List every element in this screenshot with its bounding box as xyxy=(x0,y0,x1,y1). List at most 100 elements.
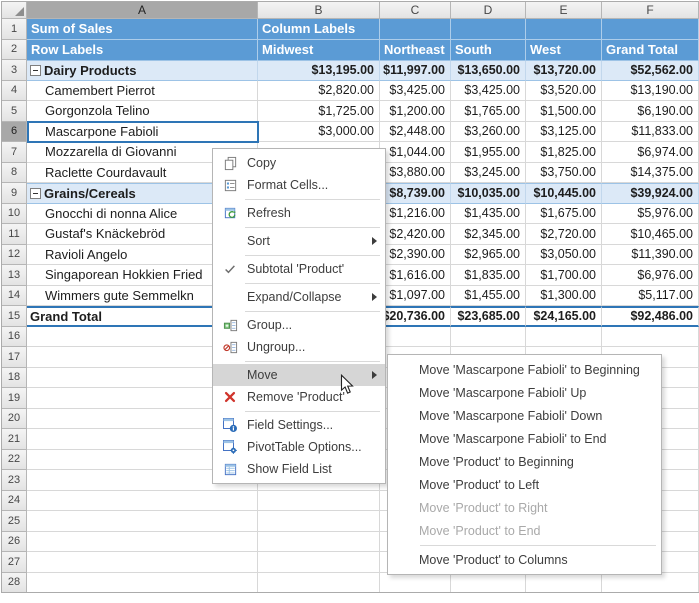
row-header-5[interactable]: 5 xyxy=(2,101,27,122)
row-header-28[interactable]: 28 xyxy=(2,573,27,594)
row-header-27[interactable]: 27 xyxy=(2,552,27,573)
cell-F7[interactable]: $6,974.00 xyxy=(602,142,699,163)
cell-E1[interactable] xyxy=(526,19,602,40)
cell-F12[interactable]: $11,390.00 xyxy=(602,245,699,266)
cell-E11[interactable]: $2,720.00 xyxy=(526,224,602,245)
cell-D15[interactable]: $23,685.00 xyxy=(451,306,526,327)
menu-item-subtotal-product[interactable]: Subtotal 'Product' xyxy=(213,258,385,280)
cell-A25[interactable] xyxy=(27,511,258,532)
cell-D28[interactable] xyxy=(451,573,526,594)
cell-A1[interactable]: Sum of Sales xyxy=(27,19,258,40)
cell-E28[interactable] xyxy=(526,573,602,594)
row-header-7[interactable]: 7 xyxy=(2,142,27,163)
cell-C7[interactable]: $1,044.00 xyxy=(380,142,451,163)
cell-F4[interactable]: $13,190.00 xyxy=(602,81,699,102)
cell-B26[interactable] xyxy=(258,532,380,553)
cell-B1[interactable]: Column Labels xyxy=(258,19,380,40)
cell-B24[interactable] xyxy=(258,491,380,512)
menu-item-copy[interactable]: Copy xyxy=(213,152,385,174)
cell-E8[interactable]: $3,750.00 xyxy=(526,163,602,184)
row-header-4[interactable]: 4 xyxy=(2,81,27,102)
cell-C13[interactable]: $1,616.00 xyxy=(380,265,451,286)
row-header-25[interactable]: 25 xyxy=(2,511,27,532)
menu-item-sort[interactable]: Sort xyxy=(213,230,385,252)
row-header-26[interactable]: 26 xyxy=(2,532,27,553)
row-header-2[interactable]: 2 xyxy=(2,40,27,61)
col-header-A[interactable]: A xyxy=(27,2,258,19)
cell-D6[interactable]: $3,260.00 xyxy=(451,122,526,143)
row-header-9[interactable]: 9 xyxy=(2,183,27,204)
menu-item-move-product-to-columns[interactable]: Move 'Product' to Columns xyxy=(388,548,661,571)
cell-A27[interactable] xyxy=(27,552,258,573)
cell-F15[interactable]: $92,486.00 xyxy=(602,306,699,327)
cell-E4[interactable]: $3,520.00 xyxy=(526,81,602,102)
cell-E7[interactable]: $1,825.00 xyxy=(526,142,602,163)
cell-E14[interactable]: $1,300.00 xyxy=(526,286,602,307)
cell-F28[interactable] xyxy=(602,573,699,594)
row-header-12[interactable]: 12 xyxy=(2,245,27,266)
cell-D7[interactable]: $1,955.00 xyxy=(451,142,526,163)
cell-E2[interactable]: West xyxy=(526,40,602,61)
cell-A3[interactable]: Dairy Products xyxy=(27,60,258,81)
cell-F6[interactable]: $11,833.00 xyxy=(602,122,699,143)
menu-item-move[interactable]: Move xyxy=(213,364,385,386)
cell-B25[interactable] xyxy=(258,511,380,532)
cell-C16[interactable] xyxy=(380,327,451,348)
cell-E9[interactable]: $10,445.00 xyxy=(526,183,602,204)
row-header-6[interactable]: 6 xyxy=(2,122,27,143)
col-header-D[interactable]: D xyxy=(451,2,526,19)
row-header-16[interactable]: 16 xyxy=(2,327,27,348)
menu-item-move-product-to-beginning[interactable]: Move 'Product' to Beginning xyxy=(388,450,661,473)
cell-A5[interactable]: Gorgonzola Telino xyxy=(27,101,258,122)
cell-D5[interactable]: $1,765.00 xyxy=(451,101,526,122)
menu-item-refresh[interactable]: Refresh xyxy=(213,202,385,224)
col-header-C[interactable]: C xyxy=(380,2,451,19)
menu-item-ungroup[interactable]: Ungroup... xyxy=(213,336,385,358)
row-header-10[interactable]: 10 xyxy=(2,204,27,225)
row-header-20[interactable]: 20 xyxy=(2,409,27,430)
cell-B5[interactable]: $1,725.00 xyxy=(258,101,380,122)
menu-item-group[interactable]: Group... xyxy=(213,314,385,336)
menu-item-move-mascarpone-fabioli-to-end[interactable]: Move 'Mascarpone Fabioli' to End xyxy=(388,427,661,450)
row-header-24[interactable]: 24 xyxy=(2,491,27,512)
menu-item-move-mascarpone-fabioli-to-beginning[interactable]: Move 'Mascarpone Fabioli' to Beginning xyxy=(388,358,661,381)
menu-item-move-mascarpone-fabioli-up[interactable]: Move 'Mascarpone Fabioli' Up xyxy=(388,381,661,404)
cell-C6[interactable]: $2,448.00 xyxy=(380,122,451,143)
cell-C10[interactable]: $1,216.00 xyxy=(380,204,451,225)
cell-F5[interactable]: $6,190.00 xyxy=(602,101,699,122)
cell-C9[interactable]: $8,739.00 xyxy=(380,183,451,204)
cell-C5[interactable]: $1,200.00 xyxy=(380,101,451,122)
cell-A2[interactable]: Row Labels xyxy=(27,40,258,61)
row-header-3[interactable]: 3 xyxy=(2,60,27,81)
cell-C14[interactable]: $1,097.00 xyxy=(380,286,451,307)
cell-D9[interactable]: $10,035.00 xyxy=(451,183,526,204)
col-header-E[interactable]: E xyxy=(526,2,602,19)
cell-A6[interactable]: Mascarpone Fabioli xyxy=(27,122,258,143)
cell-C1[interactable] xyxy=(380,19,451,40)
cell-C2[interactable]: Northeast xyxy=(380,40,451,61)
cell-F1[interactable] xyxy=(602,19,699,40)
cell-E6[interactable]: $3,125.00 xyxy=(526,122,602,143)
cell-A26[interactable] xyxy=(27,532,258,553)
cell-B6[interactable]: $3,000.00 xyxy=(258,122,380,143)
cell-E10[interactable]: $1,675.00 xyxy=(526,204,602,225)
cell-C15[interactable]: $20,736.00 xyxy=(380,306,451,327)
row-header-13[interactable]: 13 xyxy=(2,265,27,286)
row-header-18[interactable]: 18 xyxy=(2,368,27,389)
menu-item-field-settings[interactable]: Field Settings... xyxy=(213,414,385,436)
col-header-F[interactable]: F xyxy=(602,2,699,19)
row-header-8[interactable]: 8 xyxy=(2,163,27,184)
collapse-icon[interactable] xyxy=(30,65,41,76)
cell-D13[interactable]: $1,835.00 xyxy=(451,265,526,286)
cell-D12[interactable]: $2,965.00 xyxy=(451,245,526,266)
menu-item-move-product-to-left[interactable]: Move 'Product' to Left xyxy=(388,473,661,496)
row-header-22[interactable]: 22 xyxy=(2,450,27,471)
cell-C11[interactable]: $2,420.00 xyxy=(380,224,451,245)
cell-C4[interactable]: $3,425.00 xyxy=(380,81,451,102)
cell-A4[interactable]: Camembert Pierrot xyxy=(27,81,258,102)
row-header-21[interactable]: 21 xyxy=(2,429,27,450)
menu-item-format-cells[interactable]: Format Cells... xyxy=(213,174,385,196)
cell-F14[interactable]: $5,117.00 xyxy=(602,286,699,307)
col-header-B[interactable]: B xyxy=(258,2,380,19)
cell-A24[interactable] xyxy=(27,491,258,512)
